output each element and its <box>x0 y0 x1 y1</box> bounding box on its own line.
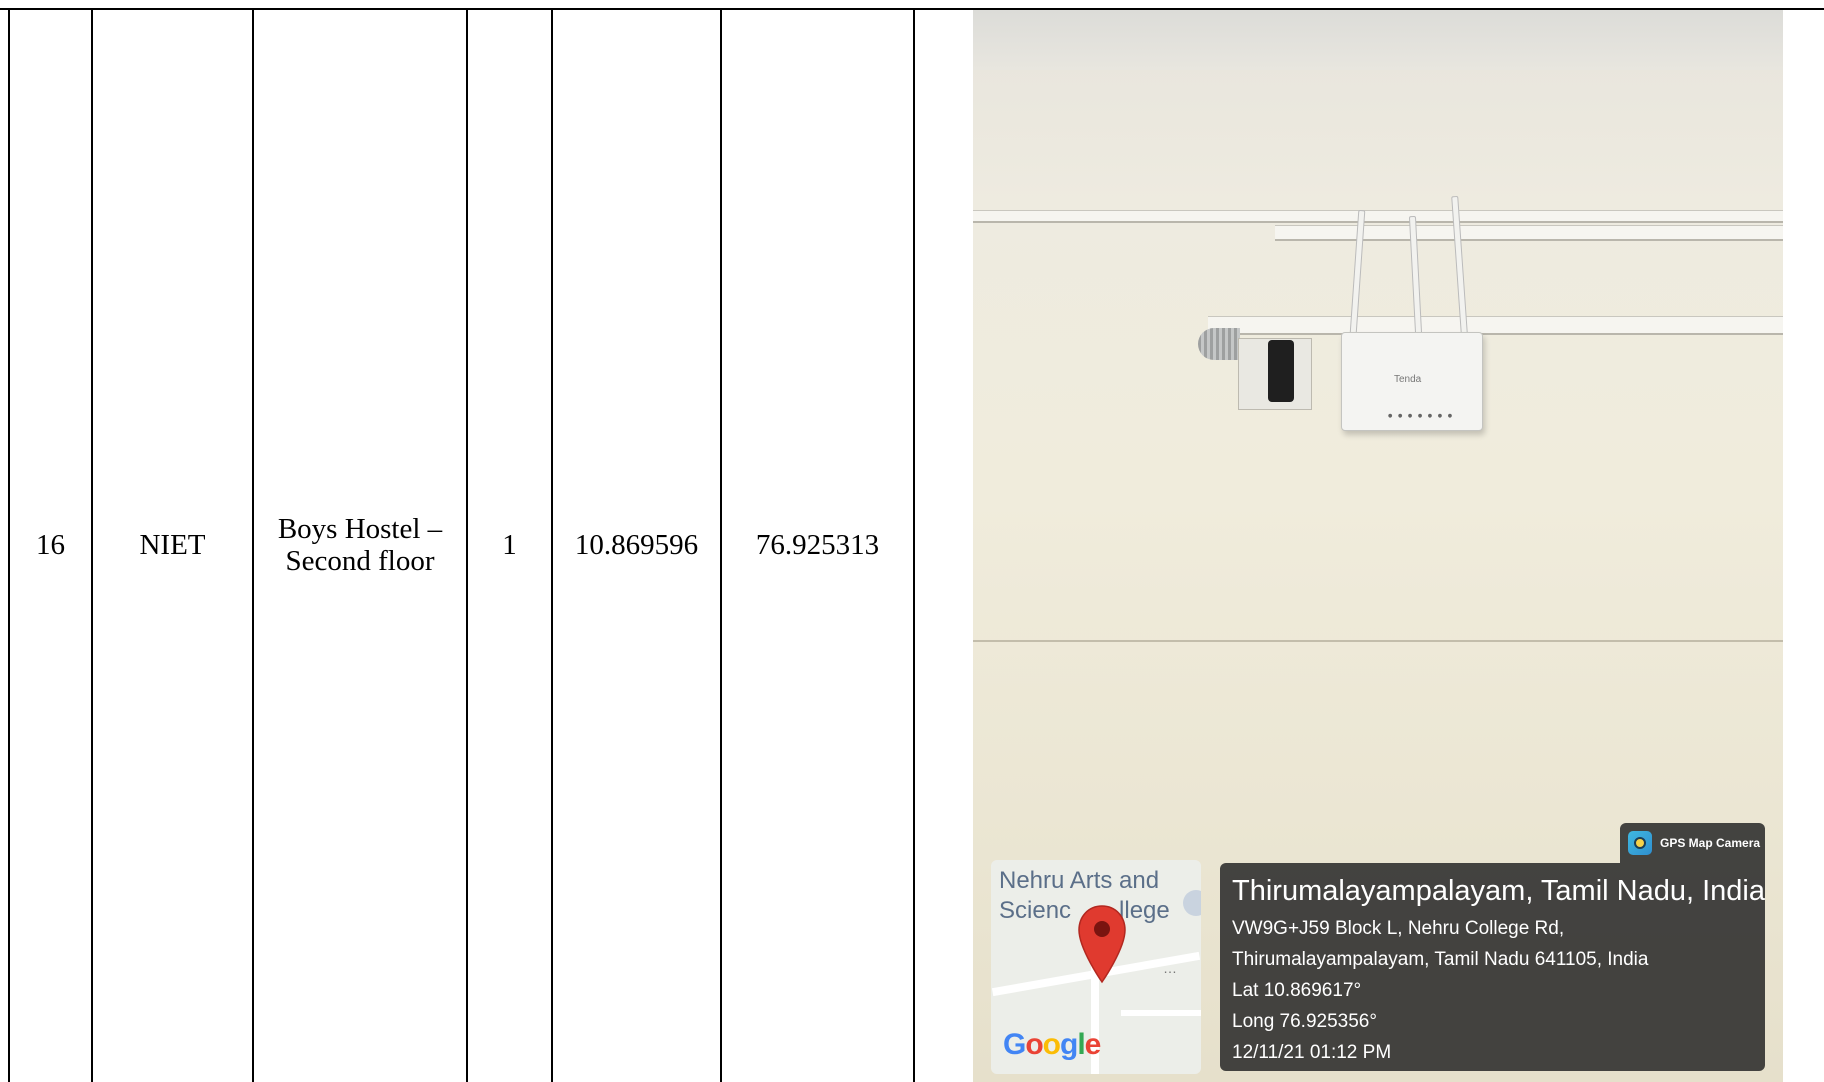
table-border-col6 <box>913 8 915 1082</box>
google-logo: Google <box>1003 1028 1101 1061</box>
wifi-router: Tenda ● ● ● ● ● ● ● <box>1341 332 1483 431</box>
cell-count: 1 <box>502 529 517 561</box>
timestamp: 12/11/21 01:12 PM <box>1232 1042 1392 1063</box>
wall-seam <box>973 640 1783 642</box>
router-led-row: ● ● ● ● ● ● ● <box>1388 413 1455 419</box>
longitude-reading: Long 76.925356° <box>1232 1011 1377 1032</box>
address-line2: Thirumalayampalayam, Tamil Nadu 641105, … <box>1232 949 1649 970</box>
latitude-reading: Lat 10.869617° <box>1232 980 1362 1001</box>
gps-map-camera-label: GPS Map Camera <box>1660 836 1761 850</box>
map-more-dots: … <box>1163 960 1177 976</box>
map-road <box>1121 1010 1201 1016</box>
lower-conduit-pipe <box>1208 316 1783 335</box>
router-photo: Tenda ● ● ● ● ● ● ● Nehru Arts and Scien… <box>973 10 1783 1082</box>
gps-camera-app-icon <box>1628 831 1652 855</box>
cell-location-line2: Second floor <box>285 545 435 577</box>
map-navigation-icon <box>1183 890 1201 916</box>
ceiling <box>973 10 1783 70</box>
cell-institution: NIET <box>139 529 206 561</box>
map-thumbnail: Nehru Arts and Scienc llege … Google <box>991 860 1201 1074</box>
map-place-line1: Nehru Arts and <box>999 867 1160 894</box>
power-adapter <box>1268 340 1294 402</box>
location-info-panel: Thirumalayampalayam, Tamil Nadu, India V… <box>1220 863 1765 1071</box>
router-brand-label: Tenda <box>1394 374 1422 385</box>
gps-map-camera-badge: GPS Map Camera <box>1620 823 1765 863</box>
cell-location: Boys Hostel – Second floor <box>254 8 466 1082</box>
cell-longitude: 76.925313 <box>755 529 880 561</box>
cell-location-line1: Boys Hostel – <box>277 513 443 545</box>
cell-serial-number: 16 <box>36 529 65 561</box>
upper-conduit-pipe <box>973 210 1783 223</box>
map-pin-icon <box>1078 905 1126 984</box>
address-line1: VW9G+J59 Block L, Nehru College Rd, <box>1232 918 1565 939</box>
location-title: Thirumalayampalayam, Tamil Nadu, India <box>1232 875 1765 907</box>
map-place-line2: Scienc <box>999 897 1072 924</box>
cell-latitude: 10.869596 <box>574 529 699 561</box>
flexible-conduit <box>1198 328 1240 360</box>
cable-channel <box>1275 225 1783 241</box>
